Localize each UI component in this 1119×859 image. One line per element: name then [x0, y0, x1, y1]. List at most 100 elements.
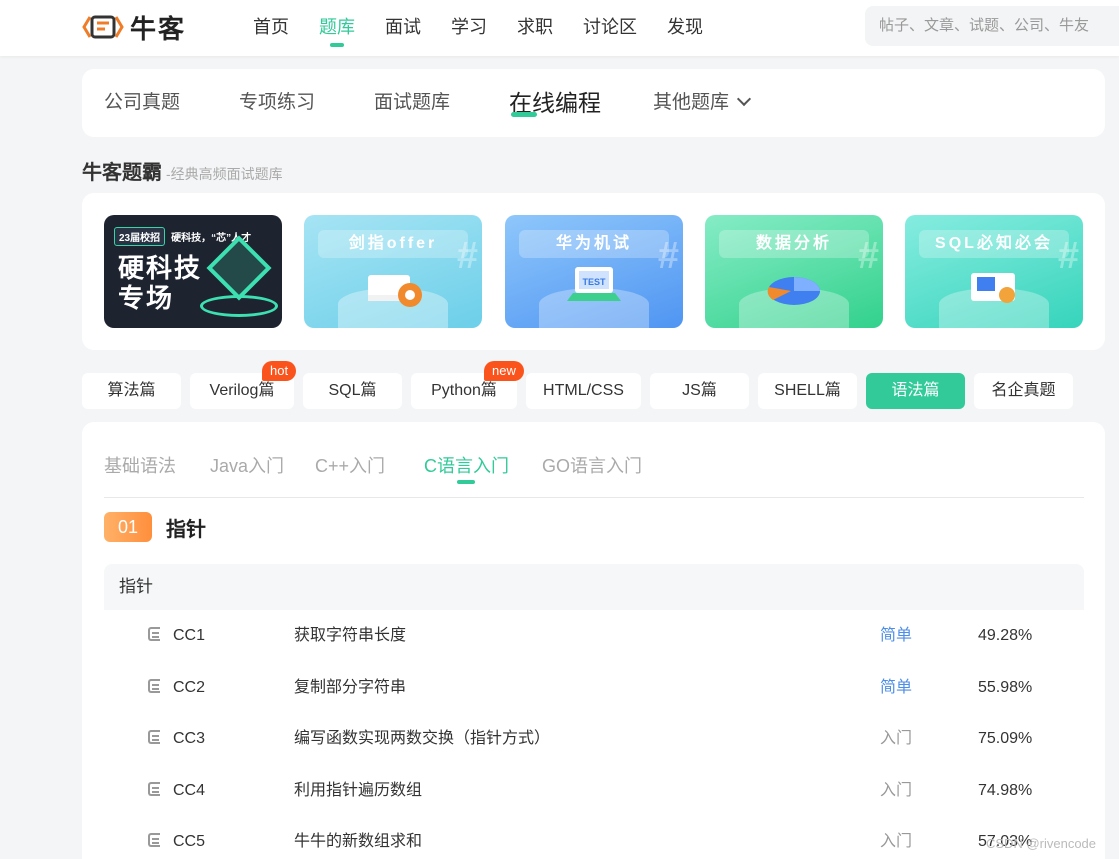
pass-rate: 74.98% — [978, 781, 1033, 799]
brand-name: 牛客 — [130, 13, 187, 44]
table-row[interactable]: CC5 牛牛的新数组求和 入门 57.03% — [104, 816, 1084, 859]
tab-label: 公司真题 — [104, 92, 181, 113]
hash-icon: # — [456, 235, 478, 277]
nav-discover[interactable]: 发现 — [652, 0, 718, 56]
tab-company-questions[interactable]: 公司真题 — [104, 69, 180, 137]
chapter-number: 01 — [104, 512, 152, 542]
table-row[interactable]: CC1 获取字符串长度 简单 49.28% — [104, 610, 1084, 662]
table-row[interactable]: CC4 利用指针遍历数组 入门 74.98% — [104, 764, 1084, 817]
hash-icon: # — [657, 235, 679, 277]
hash-icon: # — [1057, 235, 1079, 277]
question-code: CC4 — [173, 781, 206, 799]
hash-icon: # — [857, 235, 879, 277]
pie-chart-icon — [767, 277, 820, 305]
pass-rate: 49.28% — [978, 627, 1033, 644]
question-title[interactable]: 利用指针遍历数组 — [294, 765, 422, 817]
difficulty: 入门 — [880, 833, 913, 850]
banner-sql[interactable]: SQL必知必会 # — [905, 215, 1083, 328]
question-title[interactable]: 编写函数实现两数交换（指针方式） — [294, 713, 550, 765]
subtab-js[interactable]: JS篇 — [650, 373, 749, 409]
nav-home[interactable]: 首页 — [238, 0, 304, 56]
nav-question-bank[interactable]: 题库 — [304, 0, 370, 56]
active-indicator — [457, 480, 475, 484]
main-nav: 首页 题库 面试 学习 求职 讨论区 发现 — [238, 0, 718, 56]
subtab-company[interactable]: 名企真题 — [974, 373, 1073, 409]
subtab-python[interactable]: Python篇 new — [411, 361, 524, 409]
difficulty: 简单 — [880, 627, 913, 644]
question-icon — [148, 833, 160, 847]
tab-label: C语言入门 — [424, 456, 509, 476]
subtab-algorithm[interactable]: 算法篇 — [82, 373, 181, 409]
tab-cpp[interactable]: C++入门 — [315, 452, 385, 478]
banner-offer[interactable]: 剑指offer # — [304, 215, 482, 328]
tab-label: 专项练习 — [239, 92, 316, 113]
tab-topic-practice[interactable]: 专项练习 — [239, 69, 315, 137]
question-title[interactable]: 复制部分字符串 — [294, 662, 406, 714]
tab-c[interactable]: C语言入门 — [424, 452, 509, 484]
tab-basic-syntax[interactable]: 基础语法 — [104, 452, 176, 478]
banner-tag: 23届校招 — [114, 227, 166, 246]
question-icon — [148, 730, 160, 744]
banner-title: 剑指offer — [318, 230, 468, 258]
laptop-icon: TEST — [567, 267, 621, 301]
hot-badge: hot — [262, 361, 297, 381]
book-icon — [368, 275, 422, 307]
category-tabs: 公司真题 专项练习 面试题库 在线编程 其他题库 — [82, 69, 1105, 137]
nav-jobs[interactable]: 求职 — [502, 0, 568, 56]
banner-header: 23届校招 硬科技，“芯”人才 — [114, 227, 274, 247]
tab-interview-bank[interactable]: 面试题库 — [374, 69, 450, 137]
tab-label: 面试题库 — [374, 92, 451, 113]
table-header: 指针 — [104, 564, 1084, 610]
nav-forum[interactable]: 讨论区 — [568, 0, 652, 56]
tab-other-banks[interactable]: 其他题库 — [653, 69, 752, 137]
question-icon — [148, 627, 160, 641]
subtab-label: Python篇 — [431, 382, 497, 399]
tab-label: 其他题库 — [653, 92, 730, 113]
banner-title: 硬科技专场 — [118, 253, 203, 313]
question-list-panel: 基础语法 Java入门 C++入门 C语言入门 GO语言入门 01 指针 指针 … — [82, 422, 1105, 859]
question-table: 指针 CC1 获取字符串长度 简单 49.28% CC2 复制部分字符串 简单 … — [104, 564, 1084, 859]
banner-data-analysis[interactable]: 数据分析 # — [705, 215, 883, 328]
nav-learn[interactable]: 学习 — [436, 0, 502, 56]
table-row[interactable]: CC2 复制部分字符串 简单 55.98% — [104, 661, 1084, 714]
question-code: CC3 — [173, 730, 206, 747]
tab-java[interactable]: Java入门 — [210, 452, 284, 478]
svg-text:TEST: TEST — [582, 277, 606, 287]
banner-title: 数据分析 — [719, 230, 869, 258]
difficulty: 入门 — [880, 730, 913, 747]
question-title[interactable]: 获取字符串长度 — [294, 610, 406, 662]
nav-interview[interactable]: 面试 — [370, 0, 436, 56]
banner-strip: 23届校招 硬科技，“芯”人才 硬科技专场 剑指offer # 华为机试 # TE… — [82, 193, 1105, 350]
watermark: CSDN @rivencode — [986, 836, 1097, 851]
subtab-shell[interactable]: SHELL篇 — [758, 373, 857, 409]
new-badge: new — [484, 361, 524, 381]
tab-go[interactable]: GO语言入门 — [542, 452, 642, 478]
chevron-down-icon — [736, 91, 752, 107]
question-title[interactable]: 牛牛的新数组求和 — [294, 816, 422, 859]
question-icon — [148, 678, 160, 693]
banner-huawei[interactable]: 华为机试 # TEST — [505, 215, 683, 328]
question-icon — [148, 781, 160, 796]
search-input[interactable]: 帖子、文章、试题、公司、牛友 — [865, 6, 1119, 46]
logo[interactable]: 牛客 — [82, 10, 186, 44]
subtab-html-css[interactable]: HTML/CSS — [526, 373, 641, 409]
section-header: 牛客题霸 -经典高频面试题库 — [82, 156, 283, 184]
subtab-syntax[interactable]: 语法篇 — [866, 373, 965, 409]
subtab-label: Verilog篇 — [209, 382, 275, 399]
subtab-sql[interactable]: SQL篇 — [303, 373, 402, 409]
difficulty: 入门 — [880, 781, 913, 799]
book-icon — [971, 273, 1015, 303]
logo-icon — [82, 15, 124, 39]
chapter-name: 指针 — [166, 518, 206, 541]
ring-decoration — [200, 295, 278, 317]
table-row[interactable]: CC3 编写函数实现两数交换（指针方式） 入门 75.09% — [104, 713, 1084, 765]
banner-title: 华为机试 — [519, 230, 669, 258]
active-indicator — [511, 112, 537, 117]
section-title: 牛客题霸 — [82, 162, 162, 184]
section-subtitle: -经典高频面试题库 — [166, 166, 283, 182]
top-navbar: 牛客 首页 题库 面试 学习 求职 讨论区 发现 帖子、文章、试题、公司、牛友 — [0, 0, 1119, 56]
subtab-verilog[interactable]: Verilog篇 hot — [190, 361, 297, 409]
difficulty: 简单 — [880, 678, 913, 696]
tab-online-coding[interactable]: 在线编程 — [509, 69, 601, 137]
banner-hardtech[interactable]: 23届校招 硬科技，“芯”人才 硬科技专场 — [104, 215, 282, 328]
